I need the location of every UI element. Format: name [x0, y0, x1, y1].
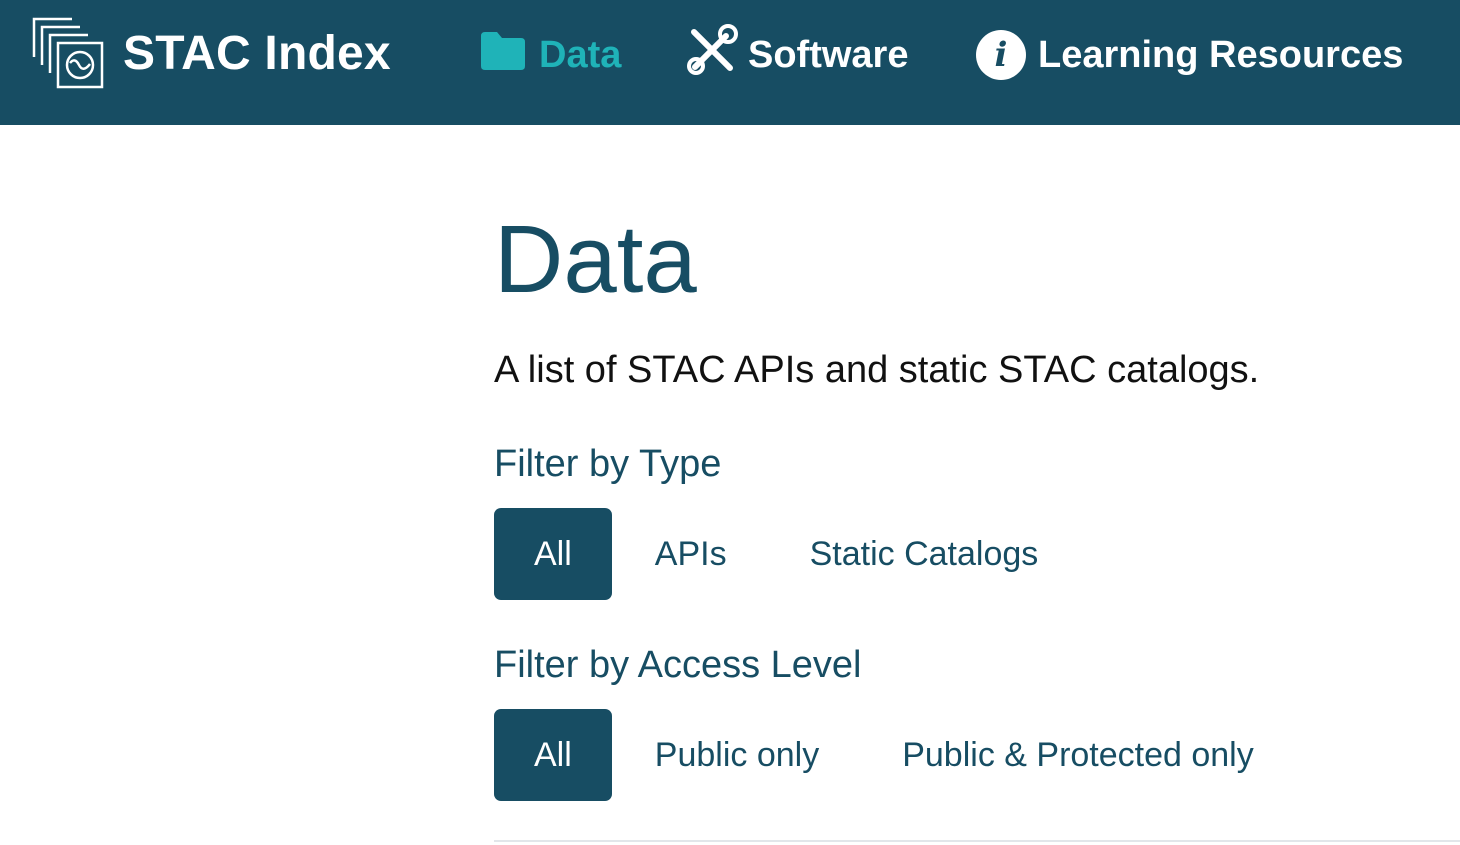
- filter-type-group: All APIs Static Catalogs: [494, 508, 1080, 600]
- filter-access-all-button[interactable]: All: [494, 709, 612, 801]
- filter-access-group: All Public only Public & Protected only: [494, 709, 1296, 801]
- nav-learning-resources[interactable]: i Learning Resources: [976, 25, 1403, 85]
- brand-link[interactable]: STAC Index: [32, 17, 391, 91]
- info-icon: i: [976, 30, 1026, 80]
- nav-learning-label: Learning Resources: [1038, 33, 1404, 76]
- filter-access-public-protected-button[interactable]: Public & Protected only: [862, 709, 1294, 801]
- page-intro: A list of STAC APIs and static STAC cata…: [494, 349, 1260, 391]
- filter-access-public-only-button[interactable]: Public only: [614, 709, 860, 801]
- nav-data-label: Data: [539, 33, 622, 76]
- brand-name: STAC Index: [123, 27, 391, 80]
- nav-data[interactable]: Data: [479, 25, 621, 85]
- filter-access-heading: Filter by Access Level: [494, 644, 862, 686]
- stac-logo-icon: [32, 17, 104, 89]
- nav-software-label: Software: [748, 33, 909, 76]
- page-title: Data: [494, 206, 697, 313]
- section-divider: [494, 840, 1460, 842]
- folder-icon: [479, 30, 527, 80]
- filter-type-heading: Filter by Type: [494, 443, 722, 485]
- filter-type-all-button[interactable]: All: [494, 508, 612, 600]
- filter-type-static-catalogs-button[interactable]: Static Catalogs: [770, 508, 1079, 600]
- filter-type-apis-button[interactable]: APIs: [614, 508, 768, 600]
- nav-software[interactable]: Software: [686, 24, 909, 86]
- top-navbar: STAC Index Data Software i Learning Reso…: [0, 0, 1460, 125]
- tools-icon: [686, 24, 738, 86]
